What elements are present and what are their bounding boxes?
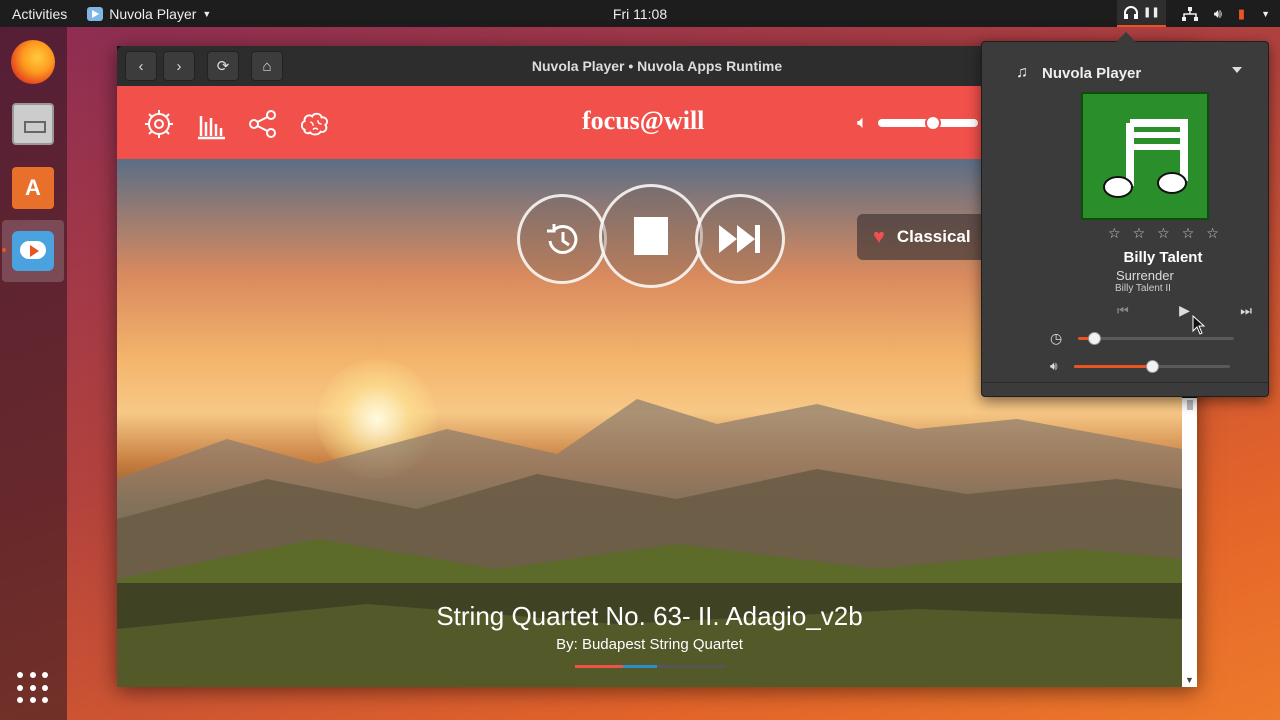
divider bbox=[982, 382, 1268, 383]
slider-knob[interactable] bbox=[924, 114, 941, 131]
activities-button[interactable]: Activities bbox=[0, 6, 67, 22]
track-progress bbox=[574, 665, 725, 668]
mouse-cursor bbox=[1192, 315, 1206, 335]
home-button[interactable]: ⌂ bbox=[251, 51, 283, 81]
previous-icon[interactable]: ⏮ bbox=[1117, 303, 1129, 319]
focuswill-volume-slider[interactable] bbox=[877, 114, 978, 131]
volume-row: 🔊︎ bbox=[1050, 359, 1230, 374]
popover-app-name: Nuvola Player bbox=[1042, 64, 1142, 82]
dock-files[interactable] bbox=[2, 93, 64, 155]
playback-controls bbox=[517, 184, 787, 294]
share-icon[interactable] bbox=[247, 108, 279, 140]
forward-button[interactable]: › bbox=[163, 51, 195, 81]
track-info-bar: String Quartet No. 63- II. Adagio_v2b By… bbox=[117, 583, 1182, 687]
app-menu[interactable]: Nuvola Player ▼ bbox=[87, 6, 211, 22]
pause-icon: ❚❚ bbox=[1142, 7, 1160, 18]
scroll-down-icon[interactable]: ▼ bbox=[1185, 675, 1194, 685]
timer-button[interactable] bbox=[517, 194, 607, 284]
play-icon[interactable]: ▶ bbox=[1179, 302, 1190, 319]
system-tray: ❚❚ 🔊︎ ▮ ▼ bbox=[1116, 0, 1270, 27]
track-artist: By: Budapest String Quartet bbox=[556, 636, 743, 653]
dock: A bbox=[0, 27, 67, 720]
popover-song: Surrender bbox=[1116, 268, 1174, 283]
focuswill-logo: focus@will bbox=[582, 106, 705, 135]
volume-knob[interactable] bbox=[1145, 360, 1159, 373]
star-icon[interactable]: ☆ bbox=[1206, 225, 1219, 242]
headphones-icon bbox=[1123, 5, 1138, 19]
home-icon: ⌂ bbox=[262, 57, 272, 75]
popover-controls: ⏮ ▶ ⏭ bbox=[1117, 302, 1252, 319]
chevron-down-icon: ▼ bbox=[202, 8, 212, 19]
chevron-down-icon[interactable] bbox=[1232, 67, 1242, 73]
back-button[interactable]: ‹ bbox=[125, 51, 157, 81]
star-icon[interactable]: ☆ bbox=[1182, 225, 1195, 242]
dock-nuvola[interactable] bbox=[2, 220, 64, 282]
track-title: String Quartet No. 63- II. Adagio_v2b bbox=[436, 601, 863, 631]
timer-icon bbox=[547, 224, 578, 254]
volume-icon: 🔊︎ bbox=[1050, 359, 1058, 373]
star-icon[interactable]: ☆ bbox=[1157, 225, 1170, 242]
music-note-icon: ♫ bbox=[1016, 64, 1028, 81]
next-icon[interactable]: ⏭ bbox=[1240, 303, 1252, 319]
running-indicator bbox=[2, 248, 6, 252]
scrollbar[interactable]: ▼ bbox=[1182, 398, 1197, 687]
skip-button[interactable] bbox=[695, 194, 785, 284]
position-row: ◷ bbox=[1050, 330, 1235, 347]
clock[interactable]: Fri 11:08 bbox=[613, 6, 667, 22]
reload-icon: ⟳ bbox=[216, 58, 230, 75]
top-bar: Activities Nuvola Player ▼ Fri 11:08 ❚❚ … bbox=[0, 0, 1280, 27]
stop-button[interactable] bbox=[599, 184, 703, 288]
album-art bbox=[1081, 92, 1209, 220]
position-knob[interactable] bbox=[1087, 332, 1101, 345]
media-popover: ♫ Nuvola Player ☆ ☆ ☆ ☆ ☆ Billy Talent Surre… bbox=[981, 32, 1269, 397]
chevron-down-icon[interactable]: ▼ bbox=[1261, 9, 1270, 19]
heart-icon: ♥ bbox=[873, 225, 885, 248]
show-apps-icon[interactable] bbox=[17, 672, 49, 704]
star-icon[interactable]: ☆ bbox=[1133, 225, 1146, 242]
reload-button[interactable]: ⟳ bbox=[207, 51, 239, 81]
stats-icon[interactable] bbox=[195, 108, 227, 140]
position-slider[interactable] bbox=[1078, 332, 1235, 345]
stop-icon bbox=[634, 217, 668, 255]
scrollbar-thumb[interactable] bbox=[1187, 400, 1193, 410]
chevron-left-icon: ‹ bbox=[138, 57, 144, 75]
star-icon[interactable]: ☆ bbox=[1108, 225, 1121, 242]
popover-album: Billy Talent II bbox=[1115, 283, 1171, 294]
firefox-icon bbox=[11, 40, 55, 84]
speaker-icon[interactable]: 🔈︎ bbox=[857, 112, 868, 133]
app-menu-label: Nuvola Player bbox=[109, 5, 197, 22]
clock-icon: ◷ bbox=[1050, 330, 1063, 346]
focuswill-volume: 🔈︎ bbox=[857, 112, 978, 133]
nuvola-icon bbox=[12, 231, 54, 271]
files-icon bbox=[12, 103, 54, 145]
battery-icon[interactable]: ▮ bbox=[1238, 6, 1245, 22]
popover-artist: Billy Talent bbox=[1123, 249, 1203, 266]
music-note-icon bbox=[1103, 119, 1188, 198]
volume-slider[interactable] bbox=[1073, 360, 1230, 373]
media-indicator[interactable]: ❚❚ bbox=[1116, 0, 1166, 27]
dock-firefox[interactable] bbox=[2, 31, 64, 93]
network-icon[interactable] bbox=[1181, 6, 1198, 21]
brain-icon[interactable] bbox=[299, 108, 331, 140]
popover-header[interactable]: ♫ Nuvola Player bbox=[1016, 64, 1141, 82]
chevron-right-icon: › bbox=[176, 57, 182, 75]
settings-icon[interactable] bbox=[143, 108, 175, 140]
skip-forward-icon bbox=[719, 225, 760, 253]
nuvola-app-icon bbox=[87, 6, 104, 21]
rating-stars[interactable]: ☆ ☆ ☆ ☆ ☆ bbox=[1108, 225, 1219, 242]
software-icon: A bbox=[12, 167, 54, 209]
volume-icon[interactable]: 🔊︎ bbox=[1214, 6, 1222, 22]
dock-software[interactable]: A bbox=[2, 157, 64, 219]
genre-label: Classical bbox=[896, 227, 971, 246]
